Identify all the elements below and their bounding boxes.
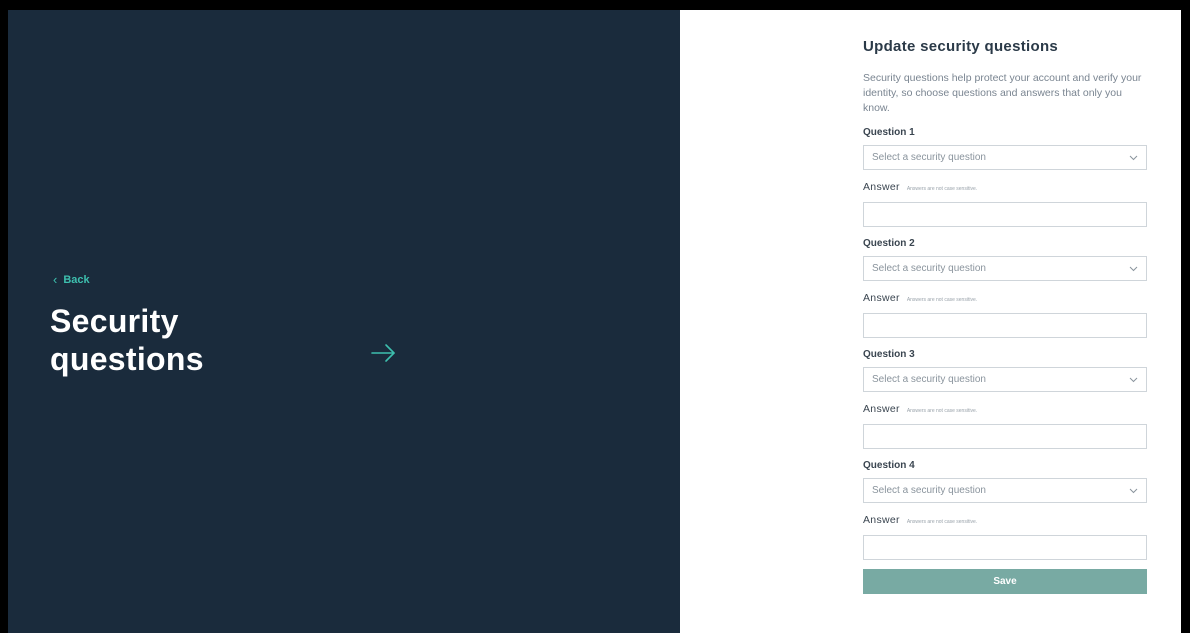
answer-3-label-row: Answer Answers are not case sensitive.: [863, 403, 1147, 416]
question-2-label: Question 2: [863, 238, 915, 249]
answer-2-input[interactable]: [863, 313, 1147, 338]
form-intro: Security questions help protect your acc…: [863, 72, 1142, 114]
answer-2-hint: Answers are not case sensitive.: [906, 297, 978, 303]
question-3-select-value: Select a security question: [872, 374, 986, 385]
page-title-line-1: Security: [50, 303, 179, 339]
answer-2-label: Answer: [863, 292, 900, 304]
answer-4-input[interactable]: [863, 535, 1147, 560]
page-title: Security questions: [50, 302, 204, 378]
answer-1-input[interactable]: [863, 202, 1147, 227]
answer-4-hint: Answers are not case sensitive.: [906, 519, 978, 525]
save-button[interactable]: Save: [863, 569, 1147, 594]
answer-3-hint: Answers are not case sensitive.: [906, 408, 978, 414]
answer-1-label: Answer: [863, 181, 900, 193]
question-1-select-value: Select a security question: [872, 152, 986, 163]
question-4-select-value: Select a security question: [872, 485, 986, 496]
question-1-select[interactable]: Select a security question: [863, 145, 1147, 170]
arrow-right-icon: [371, 344, 395, 362]
chevron-down-icon: [1129, 266, 1138, 271]
answer-2-label-row: Answer Answers are not case sensitive.: [863, 292, 1147, 305]
left-panel: ‹ Back Security questions: [8, 10, 680, 633]
answer-3-label: Answer: [863, 403, 900, 415]
question-3-label: Question 3: [863, 349, 915, 360]
form-title: Update security questions: [863, 38, 1059, 55]
page-title-line-2: questions: [50, 341, 204, 377]
right-panel: Update security questions Security quest…: [680, 10, 1181, 633]
answer-4-label: Answer: [863, 514, 900, 526]
question-4-select[interactable]: Select a security question: [863, 478, 1147, 503]
answer-1-label-row: Answer Answers are not case sensitive.: [863, 181, 1147, 194]
question-4-label: Question 4: [863, 460, 915, 471]
app-frame: ‹ Back Security questions Update securit…: [8, 10, 1181, 633]
answer-3-input[interactable]: [863, 424, 1147, 449]
chevron-left-icon: ‹: [53, 272, 58, 287]
chevron-down-icon: [1129, 488, 1138, 493]
question-2-select[interactable]: Select a security question: [863, 256, 1147, 281]
answer-4-label-row: Answer Answers are not case sensitive.: [863, 514, 1147, 527]
back-label: Back: [63, 273, 90, 286]
security-questions-form: Update security questions Security quest…: [863, 38, 1147, 594]
chevron-down-icon: [1129, 377, 1138, 382]
answer-1-hint: Answers are not case sensitive.: [906, 186, 978, 192]
chevron-down-icon: [1129, 155, 1138, 160]
question-2-select-value: Select a security question: [872, 263, 986, 274]
question-3-select[interactable]: Select a security question: [863, 367, 1147, 392]
back-link[interactable]: ‹ Back: [53, 272, 90, 287]
question-1-label: Question 1: [863, 127, 915, 138]
